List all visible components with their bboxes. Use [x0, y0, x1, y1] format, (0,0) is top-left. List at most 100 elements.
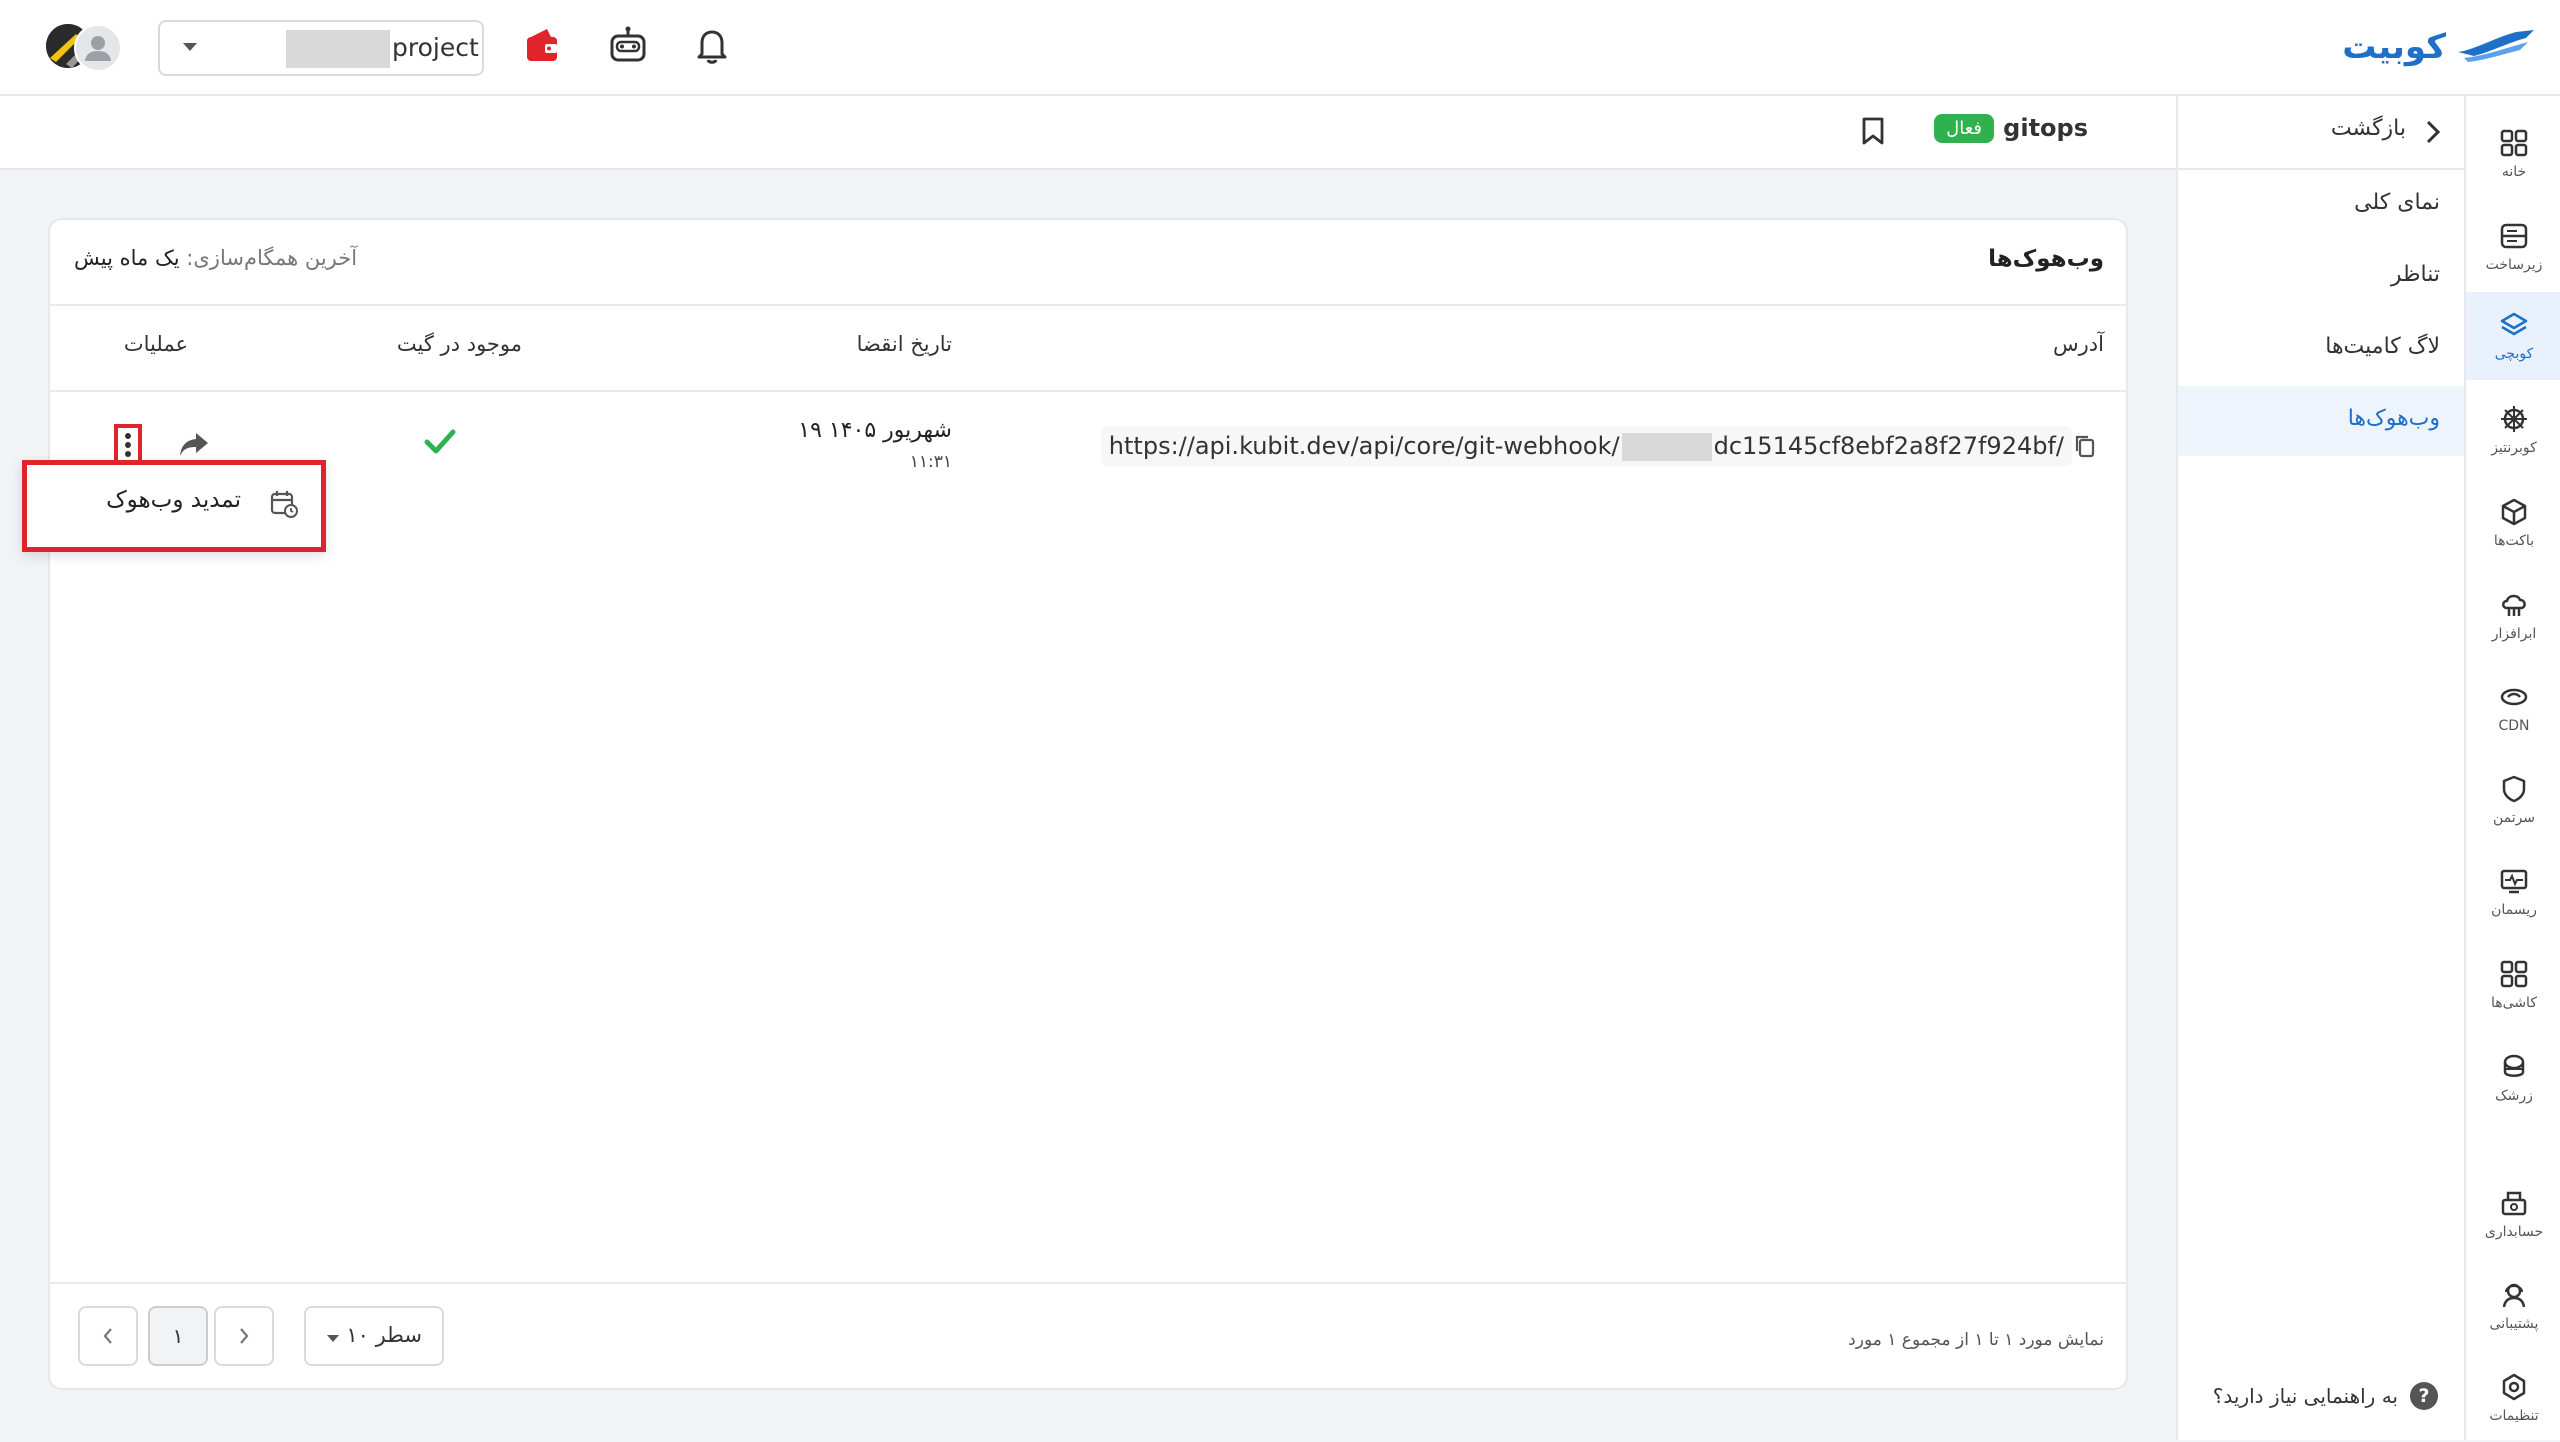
rows-per-page-select[interactable]: ۱۰ سطر: [304, 1306, 444, 1366]
url-prefix: https://api.kubit.dev/api/core/git-webho…: [1108, 432, 1620, 460]
rail-label: زیرساخت: [2485, 257, 2543, 273]
box-icon: [2501, 498, 2527, 526]
nav-item-label: تناظر: [2390, 262, 2440, 287]
bell-icon[interactable]: [690, 24, 734, 68]
share-icon[interactable]: [178, 430, 210, 458]
nav-item-label: لاگ کامیت‌ها: [2325, 334, 2440, 359]
nav-item-webhooks[interactable]: وب‌هوک‌ها: [2178, 386, 2464, 456]
bookmark-icon[interactable]: [1860, 116, 1886, 146]
column-header-actions: عملیات: [123, 332, 188, 356]
webhooks-card: وب‌هوک‌ها آخرین همگام‌سازی: یک ماه پیش آ…: [48, 218, 2128, 1390]
rail-label: سرتمن: [2492, 810, 2536, 826]
rail-label: ابرافزار: [2491, 626, 2537, 642]
wallet-icon[interactable]: [520, 24, 564, 68]
rail-item-risman[interactable]: ریسمان: [2466, 848, 2560, 936]
chevron-left-icon: [103, 1328, 112, 1344]
grid-icon: [2500, 129, 2528, 157]
redacted-project-name: [286, 30, 390, 68]
support-icon: [2502, 1283, 2526, 1308]
robot-icon[interactable]: [606, 24, 650, 68]
rail-item-cloud-app[interactable]: ابرافزار: [2466, 572, 2560, 660]
extend-webhook-menu-item[interactable]: تمدید وب‌هوک: [106, 487, 241, 513]
rail-label: ریسمان: [2491, 902, 2537, 918]
rail-item-settings[interactable]: تنظیمات: [2466, 1354, 2560, 1442]
expiry-date: ۱۹ شهریور ۱۴۰۵: [798, 418, 952, 443]
page-number: ۱: [172, 1324, 184, 1348]
rail-label: حسابداری: [2484, 1224, 2544, 1240]
card-title: وب‌هوک‌ها: [1988, 246, 2104, 272]
repo-header: gitops فعال: [0, 96, 2176, 170]
gear-icon: [2502, 1373, 2526, 1401]
expiry-time: ۱۱:۳۱: [909, 452, 952, 472]
rail-item-kubernetes[interactable]: کوبرنتیز: [2466, 386, 2560, 474]
rail-item-kubchi[interactable]: کوبچی: [2466, 292, 2560, 380]
nav-item-overview[interactable]: نمای کلی: [2178, 170, 2464, 240]
project-selector[interactable]: project: [158, 20, 484, 76]
webhook-url[interactable]: https://api.kubit.dev/api/core/git-webho…: [1100, 426, 2072, 466]
rows-per-page-label: ۱۰ سطر: [346, 1323, 422, 1347]
section-nav: بازگشت نمای کلی تناظر لاگ کامیت‌ها وب‌هو…: [2176, 96, 2464, 1440]
rail-label: تنظیمات: [2489, 1408, 2539, 1424]
icon-rail: خانه زیرساخت کوبچی کوبرنتیز باکت‌ها ابرا…: [2464, 96, 2560, 1440]
user-icon: [85, 36, 111, 61]
next-page-button[interactable]: [214, 1306, 274, 1366]
rail-item-home[interactable]: خانه: [2466, 110, 2560, 198]
rail-item-buckets[interactable]: باکت‌ها: [2466, 479, 2560, 567]
nav-item-mapping[interactable]: تناظر: [2178, 242, 2464, 312]
nav-item-label: وب‌هوک‌ها: [2347, 406, 2440, 431]
rail-item-accounting[interactable]: حسابداری: [2466, 1170, 2560, 1258]
kebab-icon: [125, 433, 131, 457]
server-icon: [2500, 223, 2528, 249]
back-label: بازگشت: [2330, 116, 2406, 141]
brand-logo[interactable]: کوبیت: [2342, 22, 2538, 72]
nav-item-commit-logs[interactable]: لاگ کامیت‌ها: [2178, 314, 2464, 384]
column-header-address: آدرس: [2053, 332, 2104, 356]
pagination-summary: نمایش مورد ۱ تا ۱ از مجموع ۱ مورد: [1848, 1330, 2104, 1350]
question-icon: ?: [2410, 1382, 2438, 1410]
chevron-right-icon: [240, 1328, 249, 1344]
shield-icon: [2502, 775, 2526, 803]
rail-item-support[interactable]: پشتیبانی: [2466, 1262, 2560, 1350]
cloud-app-icon: [2502, 594, 2526, 616]
column-header-expiry: تاریخ انقضا: [856, 332, 952, 356]
rail-label: خانه: [2501, 164, 2527, 180]
rail-item-tiles[interactable]: کاشی‌ها: [2466, 941, 2560, 1029]
rail-label: پشتیبانی: [2489, 1316, 2539, 1332]
back-link[interactable]: بازگشت: [2178, 96, 2464, 170]
accounting-icon: [2501, 1191, 2527, 1216]
previous-page-button[interactable]: [78, 1306, 138, 1366]
redacted-url-segment: [1621, 433, 1712, 461]
monitor-pulse-icon: [2500, 869, 2528, 894]
rail-label: باکت‌ها: [2493, 533, 2535, 549]
rail-item-infrastructure[interactable]: زیرساخت: [2466, 203, 2560, 291]
rail-label: زرشک: [2495, 1088, 2533, 1104]
help-link[interactable]: ? به راهنمایی نیاز دارید؟: [2213, 1378, 2438, 1414]
last-sync-value: یک ماه پیش: [74, 246, 180, 270]
rail-label: CDN: [2498, 718, 2530, 734]
copy-icon[interactable]: [2074, 434, 2096, 458]
nav-item-label: نمای کلی: [2354, 190, 2440, 215]
project-label: project: [392, 33, 479, 62]
row-actions-menu: تمدید وب‌هوک: [22, 460, 326, 552]
user-avatar[interactable]: [74, 24, 122, 72]
status-badge: فعال: [1934, 114, 1994, 143]
cdn-icon: [2500, 688, 2528, 706]
rail-item-cdn[interactable]: CDN: [2466, 664, 2560, 752]
page-button-current[interactable]: ۱: [148, 1306, 208, 1366]
rail-item-certman[interactable]: سرتمن: [2466, 756, 2560, 844]
help-text: به راهنمایی نیاز دارید؟: [2212, 1384, 2398, 1408]
rail-label: کوبچی: [2494, 346, 2534, 362]
chevron-right-icon: [2426, 120, 2440, 144]
brand-name: کوبیت: [2342, 27, 2446, 67]
caret-down-icon: [327, 1335, 339, 1342]
layers-icon: [2500, 312, 2528, 336]
rail-label: کاشی‌ها: [2491, 995, 2537, 1011]
stethoscope-icon: [2503, 1054, 2525, 1077]
top-bar: کوبیت project: [0, 0, 2560, 96]
check-icon: [424, 429, 456, 454]
column-header-in-git: موجود در گیت: [396, 332, 522, 356]
table-header: آدرس تاریخ انقضا موجود در گیت عملیات: [50, 304, 2126, 392]
url-suffix: dc15145cf8ebf2a8f27f924bf/: [1713, 432, 2064, 460]
rail-item-zereshk[interactable]: زرشک: [2466, 1034, 2560, 1122]
repo-name: gitops: [2003, 114, 2088, 142]
